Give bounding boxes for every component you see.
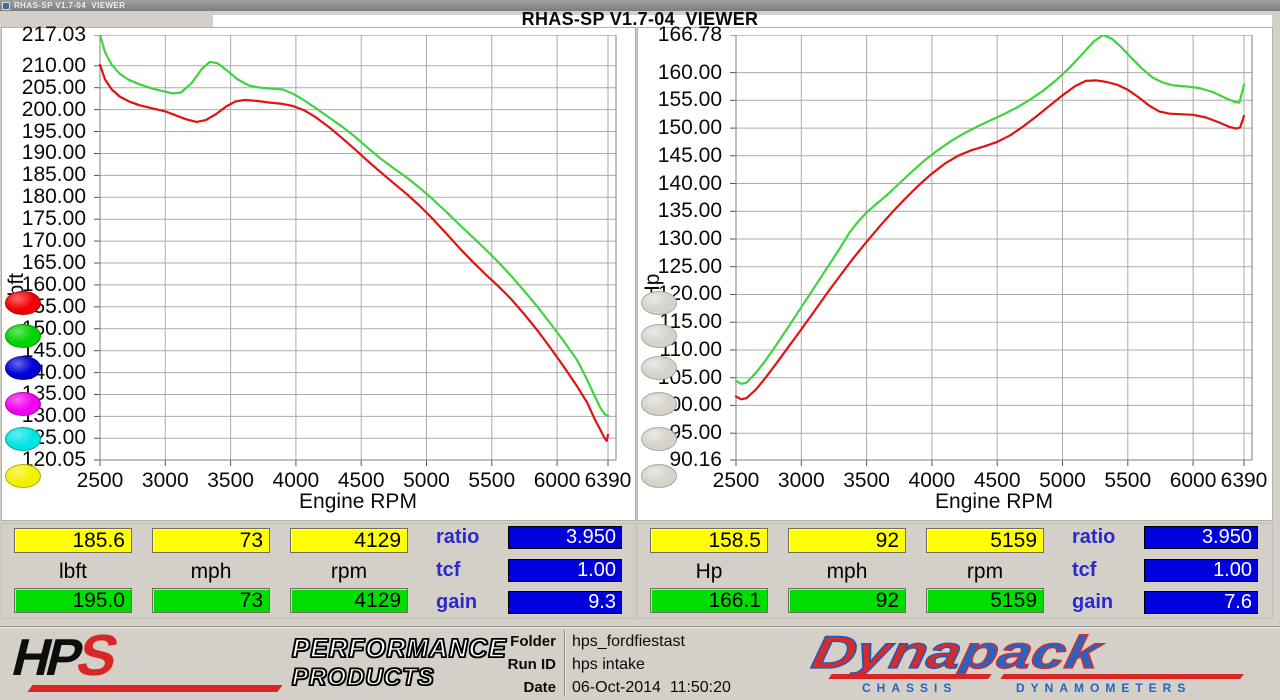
ratio-label: ratio <box>436 526 506 549</box>
dynapack-swoosh-right <box>1000 674 1244 679</box>
tcf-label: tcf <box>1072 559 1142 582</box>
dynapack-swoosh-left <box>828 674 992 679</box>
folder-value: hps_fordfiestast <box>572 633 685 651</box>
tcf-value: 1.00 <box>1144 559 1258 582</box>
tcf-value: 1.00 <box>508 559 622 582</box>
legend-oval-magenta[interactable] <box>5 392 41 416</box>
legend-oval-disabled[interactable] <box>641 356 677 380</box>
y-tick-label: 155.00 <box>638 89 722 111</box>
y-tick-label: 205.00 <box>2 77 86 99</box>
torque-x-axis-title: Engine RPM <box>100 490 616 514</box>
power-ref-value: 166.1 <box>650 588 768 613</box>
legend-oval-yellow[interactable] <box>5 464 41 488</box>
ratio-label: ratio <box>1072 526 1142 549</box>
y-tick-label: 195.00 <box>2 121 86 143</box>
y-tick-label: 190.00 <box>2 142 86 164</box>
gain-label: gain <box>1072 591 1142 614</box>
legend-oval-green[interactable] <box>5 324 41 348</box>
ratio-value: 3.950 <box>1144 526 1258 549</box>
power-cursor-value: 158.5 <box>650 528 768 553</box>
y-tick-label: 217.03 <box>2 24 86 46</box>
legend-oval-disabled[interactable] <box>641 464 677 488</box>
y-tick-label: 150.00 <box>638 117 722 139</box>
legend-oval-red[interactable] <box>5 291 41 315</box>
power-x-axis-title: Engine RPM <box>736 490 1252 514</box>
torque-x-axis: 250030003500400045005000550060006390 <box>100 469 623 491</box>
y-tick-label: 166.78 <box>638 24 722 46</box>
legend-oval-blue[interactable] <box>5 356 41 380</box>
power-chart-panel: 166.78160.00155.00150.00145.00140.00135.… <box>638 28 1272 520</box>
rpm-ref-value: 4129 <box>290 588 408 613</box>
dynapack-chassis-text: CHASSIS <box>862 681 957 695</box>
date-label: Date <box>482 679 556 696</box>
y-tick-label: 170.00 <box>2 230 86 252</box>
rpm-cursor-value: 5159 <box>926 528 1044 553</box>
torque-chart-panel: 217.03210.00205.00200.00195.00190.00185.… <box>2 28 635 520</box>
y-tick-label: 210.00 <box>2 55 86 77</box>
tcf-label: tcf <box>436 559 506 582</box>
rpm-cursor-value: 4129 <box>290 528 408 553</box>
torque-unit-label: lbft <box>14 560 132 584</box>
hps-logo-swoosh <box>28 685 283 692</box>
speed-cursor-value: 73 <box>152 528 270 553</box>
y-tick-label: 145.00 <box>638 145 722 167</box>
date-value: 06-Oct-2014 11:50:20 <box>572 679 731 697</box>
speed-unit-label: mph <box>788 560 906 584</box>
dynapack-logo-dyna: Dyna <box>808 626 968 678</box>
y-tick-label: 160.00 <box>638 62 722 84</box>
power-x-axis: 250030003500400045005000550060006390 <box>736 469 1259 491</box>
legend-oval-cyan[interactable] <box>5 427 41 451</box>
torque-plot[interactable] <box>94 35 617 467</box>
folder-label: Folder <box>482 633 556 650</box>
hps-products-text: PRODUCTS <box>292 664 435 692</box>
y-tick-label: 130.00 <box>638 228 722 250</box>
y-tick-label: 185.00 <box>2 164 86 186</box>
torque-data-table: 185.6 73 4129 lbft mph rpm 195.0 73 4129… <box>2 524 635 618</box>
power-unit-label: Hp <box>650 560 768 584</box>
legend-oval-disabled[interactable] <box>641 427 677 451</box>
rpm-unit-label: rpm <box>290 560 408 584</box>
footer: HPS PERFORMANCE PRODUCTS Folder hps_ford… <box>0 626 1280 700</box>
legend-oval-disabled[interactable] <box>641 291 677 315</box>
speed-unit-label: mph <box>152 560 270 584</box>
y-tick-label: 140.00 <box>638 173 722 195</box>
hps-logo: HPS <box>8 631 122 683</box>
dynapack-logo-pack: pack <box>956 626 1105 678</box>
y-tick-label: 175.00 <box>2 208 86 230</box>
run-id-label: Run ID <box>482 656 556 673</box>
run-id-value: hps intake <box>572 656 645 674</box>
run-info-divider <box>564 630 565 696</box>
gain-value: 7.6 <box>1144 591 1258 614</box>
speed-ref-value: 73 <box>152 588 270 613</box>
gain-label: gain <box>436 591 506 614</box>
gain-value: 9.3 <box>508 591 622 614</box>
legend-oval-disabled[interactable] <box>641 392 677 416</box>
torque-cursor-value: 185.6 <box>14 528 132 553</box>
dynapack-dynamometers-text: DYNAMOMETERS <box>1016 681 1191 695</box>
y-tick-label: 180.00 <box>2 186 86 208</box>
rpm-ref-value: 5159 <box>926 588 1044 613</box>
hps-performance-text: PERFORMANCE <box>292 633 507 664</box>
ratio-value: 3.950 <box>508 526 622 549</box>
speed-cursor-value: 92 <box>788 528 906 553</box>
y-tick-label: 135.00 <box>638 200 722 222</box>
power-plot[interactable] <box>730 35 1253 467</box>
torque-ref-value: 195.0 <box>14 588 132 613</box>
speed-ref-value: 92 <box>788 588 906 613</box>
y-tick-label: 200.00 <box>2 99 86 121</box>
legend-oval-disabled[interactable] <box>641 324 677 348</box>
dynapack-logo: Dynapack <box>808 629 1105 675</box>
power-data-table: 158.5 92 5159 Hp mph rpm 166.1 92 5159 r… <box>638 524 1272 618</box>
rpm-unit-label: rpm <box>926 560 1044 584</box>
